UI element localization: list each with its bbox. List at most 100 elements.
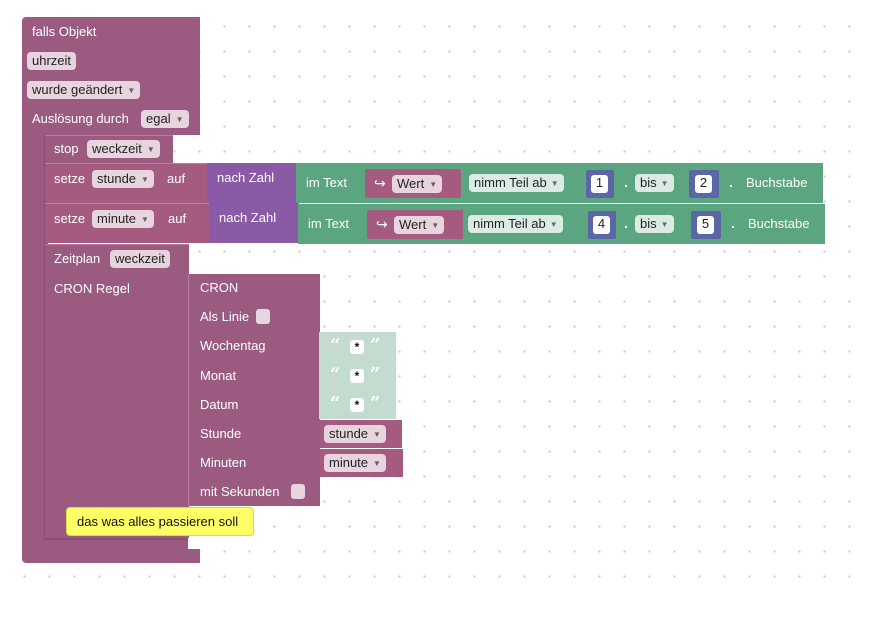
cron-block[interactable]: CRON Als Linie Wochentag Monat Datum Stu… xyxy=(188,274,320,506)
chevron-down-icon: ▼ xyxy=(431,221,440,230)
substring-op-dropdown[interactable]: nimm Teil ab ▼ xyxy=(468,215,563,233)
open-quote-icon: “ xyxy=(330,335,341,356)
comment-block[interactable]: das was alles passieren soll xyxy=(66,507,254,536)
dot-separator: . xyxy=(731,215,735,231)
schedule-block[interactable]: Zeitplan weckzeit CRON Regel xyxy=(45,244,189,538)
variable-text: minute xyxy=(97,211,137,226)
substring-op-dropdown[interactable]: nimm Teil ab ▼ xyxy=(469,174,564,192)
minute-variable-dropdown[interactable]: minute ▼ xyxy=(324,454,386,472)
dot-separator: . xyxy=(624,174,628,190)
number-field-from[interactable]: 4 xyxy=(593,216,610,234)
chevron-down-icon: ▼ xyxy=(373,430,381,439)
condition-dropdown[interactable]: wurde geändert ▼ xyxy=(27,81,141,99)
schedule-name-field[interactable]: weckzeit xyxy=(110,250,170,268)
close-quote-icon: ” xyxy=(370,393,381,414)
op-text: nimm Teil ab xyxy=(473,216,546,231)
date-star-field[interactable]: * xyxy=(350,398,364,412)
seconds-label: mit Sekunden xyxy=(200,484,280,499)
arrow-icon: ↪ xyxy=(376,216,388,232)
seconds-checkbox[interactable] xyxy=(291,484,305,499)
month-star-field[interactable]: * xyxy=(350,369,364,383)
stop-block[interactable]: stop weckzeit ▼ xyxy=(45,135,173,163)
as-line-label: Als Linie xyxy=(200,309,250,324)
close-quote-icon: ” xyxy=(370,364,381,385)
object-id-field[interactable]: uhrzeit xyxy=(27,52,77,70)
convert-label: nach Zahl xyxy=(217,170,275,185)
to-label: auf xyxy=(168,211,187,226)
close-quote-icon: ” xyxy=(370,335,381,356)
event-label: falls Objekt xyxy=(32,24,97,39)
convert-block-2[interactable]: nach Zahl xyxy=(209,203,299,243)
trigger-label: Auslösung durch xyxy=(32,111,129,126)
date-string-block[interactable]: “ * ” xyxy=(319,390,396,419)
convert-label: nach Zahl xyxy=(219,210,277,225)
to-position-text: bis xyxy=(640,175,657,190)
comment-text: das was alles passieren soll xyxy=(77,514,239,529)
suffix-label: Buchstabe xyxy=(746,175,808,190)
stop-target-text: weckzeit xyxy=(92,141,142,156)
schedule-name-text: weckzeit xyxy=(115,251,165,266)
set-variable-block-1[interactable]: setze stunde ▼ auf xyxy=(45,163,208,203)
hour-variable-block[interactable]: stunde ▼ xyxy=(319,420,402,448)
month-string-block[interactable]: “ * ” xyxy=(319,361,396,390)
in-text-label: im Text xyxy=(308,216,349,231)
hour-label: Stunde xyxy=(200,426,242,441)
number-block-from[interactable]: 1 xyxy=(586,170,614,198)
value-dropdown[interactable]: Wert ▼ xyxy=(394,216,445,234)
to-position-text: bis xyxy=(640,216,657,231)
hour-variable-dropdown[interactable]: stunde ▼ xyxy=(324,425,386,443)
chevron-down-icon: ▼ xyxy=(141,215,149,224)
set-variable-block-2[interactable]: setze minute ▼ auf xyxy=(45,203,210,243)
object-id-text: uhrzeit xyxy=(32,53,72,68)
value-text: Wert xyxy=(397,176,425,191)
arrow-icon: ↪ xyxy=(374,175,386,191)
convert-block-1[interactable]: nach Zahl xyxy=(207,163,297,203)
text-substring-block-1[interactable]: im Text ↪ Wert ▼ nimm Teil ab ▼ 1 . bis ▼ 2… xyxy=(296,163,823,203)
set-label: setze xyxy=(54,211,86,226)
variable-dropdown[interactable]: stunde ▼ xyxy=(92,170,154,188)
event-block-footer xyxy=(22,549,200,563)
to-label: auf xyxy=(167,171,186,186)
open-quote-icon: “ xyxy=(330,393,341,414)
hour-variable-text: stunde xyxy=(329,426,369,441)
in-text-label: im Text xyxy=(306,175,347,190)
number-block-to[interactable]: 5 xyxy=(691,211,721,239)
weekday-star-field[interactable]: * xyxy=(350,340,364,354)
suffix-label: Buchstabe xyxy=(748,216,810,231)
value-block[interactable]: ↪ Wert ▼ xyxy=(365,169,461,198)
minute-variable-block[interactable]: minute ▼ xyxy=(319,449,403,477)
to-position-dropdown[interactable]: bis ▼ xyxy=(635,215,674,233)
chevron-down-icon: ▼ xyxy=(373,459,381,468)
chevron-down-icon: ▼ xyxy=(175,115,184,124)
stop-target-dropdown[interactable]: weckzeit ▼ xyxy=(87,140,160,158)
trigger-dropdown[interactable]: egal ▼ xyxy=(141,110,189,128)
set-label: setze xyxy=(54,171,86,186)
as-line-checkbox[interactable] xyxy=(256,309,270,324)
text-substring-block-2[interactable]: im Text ↪ Wert ▼ nimm Teil ab ▼ 4 . bis ▼ 5… xyxy=(298,204,825,244)
workspace-screenshot-frame: falls Objekt uhrzeit wurde geändert ▼ Aus… xyxy=(0,0,893,631)
value-dropdown[interactable]: Wert ▼ xyxy=(392,175,443,193)
number-block-from[interactable]: 4 xyxy=(588,211,616,239)
chevron-down-icon: ▼ xyxy=(429,180,438,189)
dot-separator: . xyxy=(729,174,733,190)
chevron-down-icon: ▼ xyxy=(660,220,669,229)
value-block[interactable]: ↪ Wert ▼ xyxy=(367,210,463,239)
weekday-string-block[interactable]: “ * ” xyxy=(319,332,396,361)
chevron-down-icon: ▼ xyxy=(549,220,558,229)
condition-text: wurde geändert xyxy=(32,82,123,97)
trigger-text: egal xyxy=(146,111,171,126)
minute-variable-text: minute xyxy=(329,455,369,470)
number-block-to[interactable]: 2 xyxy=(689,170,719,198)
variable-dropdown[interactable]: minute ▼ xyxy=(92,210,154,228)
number-field-from[interactable]: 1 xyxy=(591,175,608,193)
dot-separator: . xyxy=(624,215,628,231)
number-field-to[interactable]: 5 xyxy=(697,216,714,234)
to-position-dropdown[interactable]: bis ▼ xyxy=(635,174,674,192)
chevron-down-icon: ▼ xyxy=(127,86,136,95)
schedule-label: Zeitplan xyxy=(54,251,101,266)
chevron-down-icon: ▼ xyxy=(146,145,155,154)
weekday-label: Wochentag xyxy=(200,338,266,353)
event-block[interactable]: falls Objekt uhrzeit wurde geändert ▼ Aus… xyxy=(22,17,200,135)
number-field-to[interactable]: 2 xyxy=(695,175,712,193)
event-block-spine xyxy=(22,135,46,550)
